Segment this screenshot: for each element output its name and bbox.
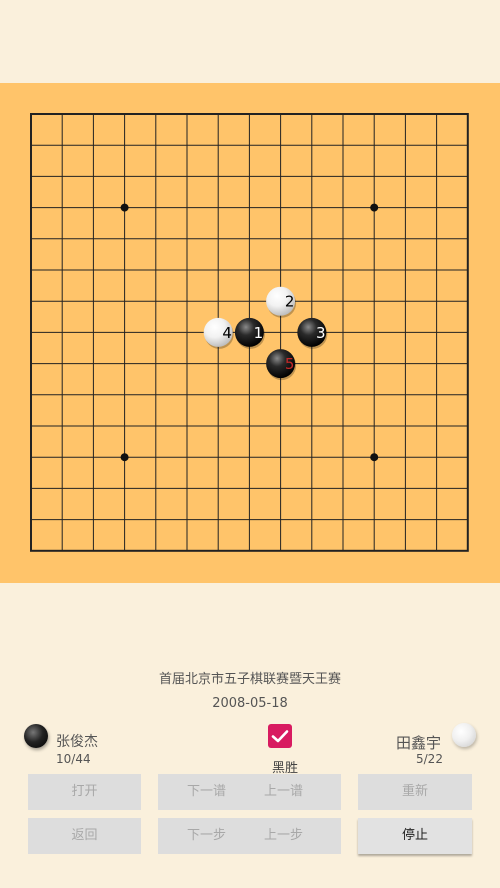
move-number: 1 <box>254 324 264 342</box>
refresh-button[interactable]: 重新 <box>358 774 472 810</box>
step-nav-group: 下一步 上一步 <box>158 818 341 854</box>
board-grid[interactable]: 1 2 3 4 5 <box>0 83 500 583</box>
game-title: 首届北京市五子棋联赛暨天王赛 <box>158 672 341 687</box>
black-win-checkbox[interactable] <box>268 724 292 748</box>
white-stone-icon <box>452 723 476 747</box>
open-button[interactable]: 打开 <box>28 774 141 810</box>
move-number: 3 <box>316 324 326 342</box>
move-number: 5 <box>285 355 295 373</box>
star-point <box>120 453 129 462</box>
back-button[interactable]: 返回 <box>28 818 141 854</box>
check-icon <box>271 730 289 743</box>
prev-game-button[interactable]: 上一谱 <box>226 774 341 810</box>
gomoku-board[interactable]: 1 2 3 4 5 <box>0 83 500 583</box>
star-point <box>370 453 379 462</box>
move-number: 2 <box>285 293 295 311</box>
stop-button[interactable]: 停止 <box>358 818 472 854</box>
black-player-score: 10/44 <box>56 752 91 766</box>
next-game-button[interactable]: 下一谱 <box>158 774 226 810</box>
next-step-button[interactable]: 下一步 <box>158 818 226 854</box>
prev-step-button[interactable]: 上一步 <box>226 818 341 854</box>
star-point <box>120 203 129 212</box>
game-date: 2008-05-18 <box>212 696 288 711</box>
game-nav-group: 下一谱 上一谱 <box>158 774 341 810</box>
white-player-name: 田鑫宇 <box>396 734 442 752</box>
move-number: 4 <box>222 324 232 342</box>
black-player-name: 张俊杰 <box>56 734 98 750</box>
white-player-score: 5/22 <box>416 752 443 766</box>
black-stone-icon <box>24 724 48 748</box>
star-point <box>370 203 379 212</box>
